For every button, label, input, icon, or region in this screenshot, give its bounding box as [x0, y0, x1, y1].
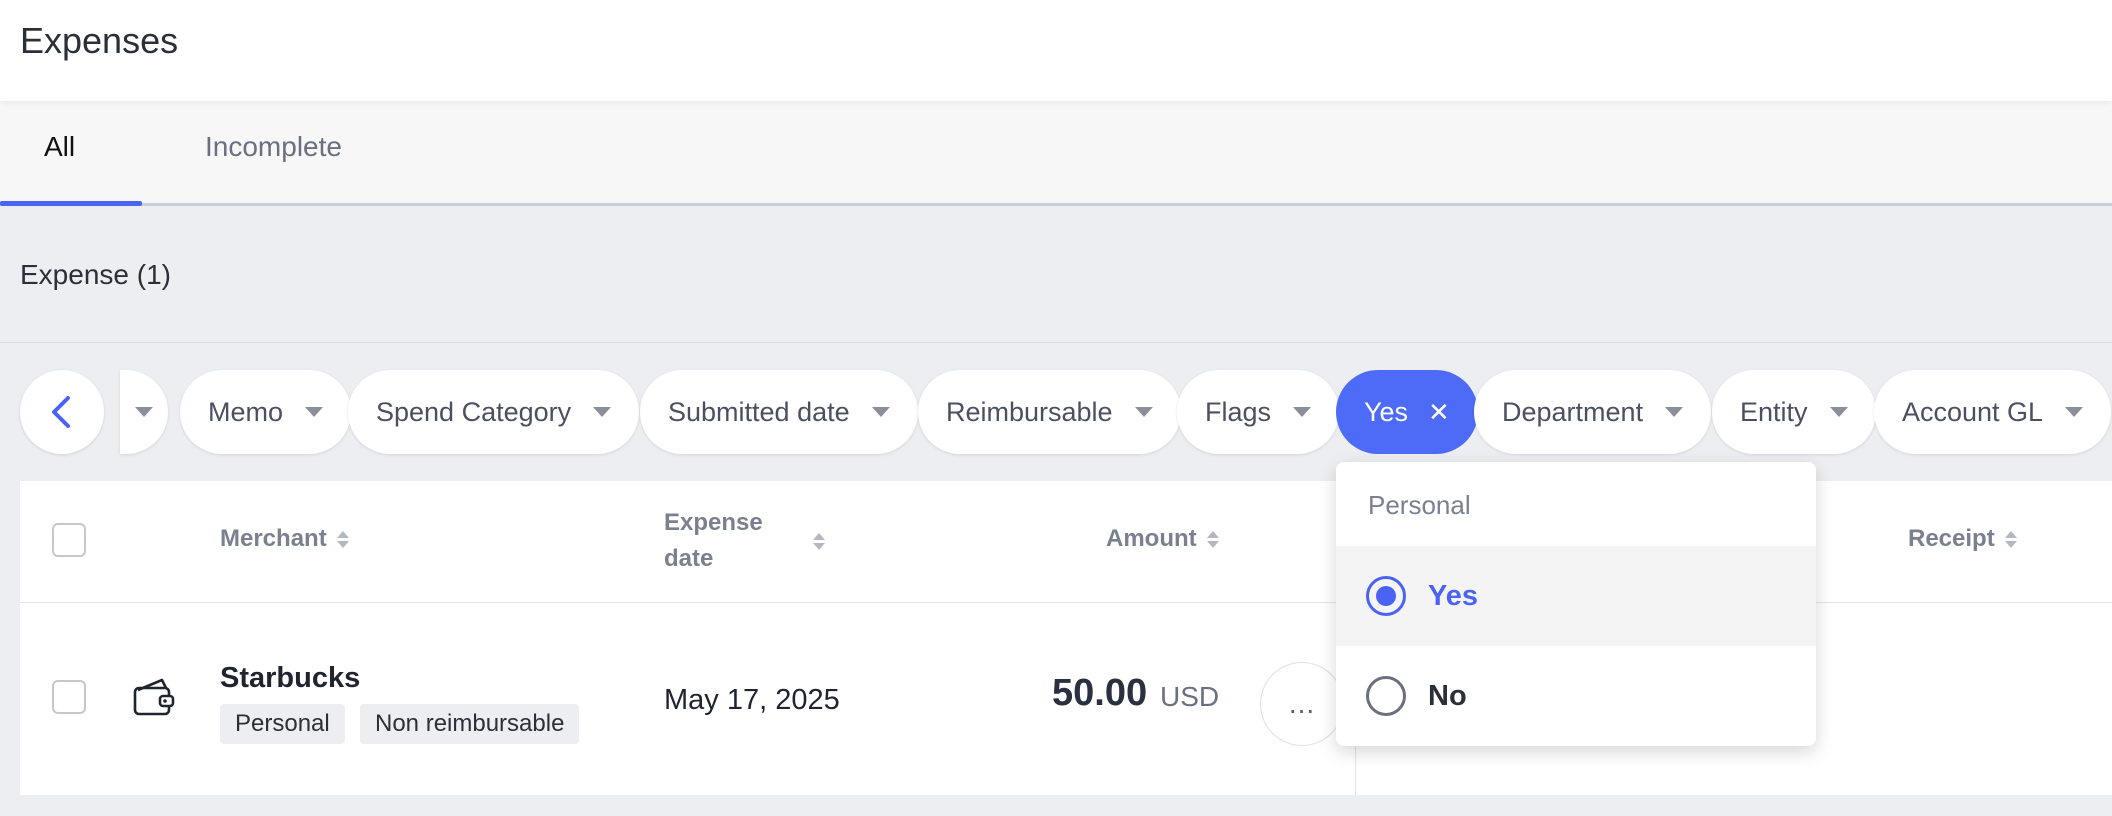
tab-bar: All Incomplete — [0, 101, 2112, 206]
sort-icon — [336, 530, 349, 548]
tab-all[interactable]: All — [44, 131, 75, 163]
app-header: Expenses — [0, 0, 2112, 101]
caret-down-icon — [1829, 407, 1848, 417]
sort-icon — [2004, 530, 2017, 548]
column-amount[interactable]: Amount — [1106, 525, 1219, 553]
filter-reimbursable[interactable]: Reimbursable — [918, 370, 1181, 454]
option-label: No — [1428, 679, 1467, 712]
filters-scroll-back-button[interactable] — [20, 370, 104, 454]
radio-selected-icon[interactable] — [1366, 576, 1406, 616]
caret-down-icon — [1134, 407, 1153, 417]
filter-label: Reimbursable — [946, 396, 1113, 427]
tag-non-reimbursable: Non reimbursable — [360, 704, 580, 744]
row-checkbox[interactable] — [52, 680, 86, 714]
filter-account-gl[interactable]: Account GL — [1874, 370, 2112, 454]
dropdown-header: Personal — [1368, 490, 1471, 520]
column-label: Receipt — [1908, 525, 1995, 552]
chevron-left-icon — [52, 396, 70, 428]
filter-department[interactable]: Department — [1474, 370, 1712, 454]
expense-currency: USD — [1160, 681, 1220, 712]
filter-label: Department — [1502, 396, 1644, 427]
more-horizontal-icon: ... — [1288, 688, 1316, 719]
tab-incomplete[interactable]: Incomplete — [205, 131, 342, 163]
filter-label: Account GL — [1902, 396, 2044, 427]
filter-spend-category[interactable]: Spend Category — [348, 370, 640, 454]
sort-icon — [1206, 530, 1219, 548]
wallet-icon — [133, 678, 175, 716]
column-label: Amount — [1106, 525, 1197, 552]
filter-submitted-date[interactable]: Submitted date — [640, 370, 918, 454]
page-background — [0, 795, 2112, 816]
column-receipt[interactable]: Receipt — [1908, 525, 2017, 553]
caret-down-icon — [871, 407, 890, 417]
filter-flags[interactable]: Flags — [1177, 370, 1340, 454]
column-label-line: Expense — [664, 509, 763, 536]
filter-label: Submitted date — [668, 396, 850, 427]
more-actions-button[interactable]: ... — [1260, 662, 1344, 746]
caret-down-icon — [305, 407, 324, 417]
option-no[interactable]: No — [1336, 646, 1816, 746]
column-label-line: date — [664, 545, 714, 572]
filter-memo[interactable]: Memo — [180, 370, 352, 454]
filter-bar: Memo Spend Category Submitted date Reimb… — [0, 370, 2112, 454]
column-label: Merchant — [220, 525, 327, 552]
option-yes[interactable]: Yes — [1336, 546, 1816, 646]
close-icon[interactable]: ✕ — [1428, 397, 1450, 428]
section-title: Expense (1) — [20, 259, 171, 290]
caret-down-icon — [1665, 407, 1684, 417]
merchant-name: Starbucks — [220, 662, 361, 694]
filter-label: Flags — [1205, 396, 1272, 427]
filter-personal-active[interactable]: Yes ✕ — [1336, 370, 1478, 454]
column-expense-date[interactable]: Expense date — [664, 505, 825, 577]
caret-down-icon — [135, 407, 153, 417]
divider — [0, 342, 2112, 343]
filter-label: Spend Category — [376, 396, 572, 427]
filter-label: Entity — [1740, 396, 1808, 427]
column-merchant[interactable]: Merchant — [220, 525, 349, 553]
tag-personal: Personal — [220, 704, 345, 744]
sort-icon — [812, 532, 825, 550]
page-title: Expenses — [20, 20, 179, 61]
personal-filter-dropdown: Personal Yes No — [1336, 462, 1816, 746]
filter-label: Yes — [1364, 396, 1409, 427]
filter-entity[interactable]: Entity — [1712, 370, 1876, 454]
option-label: Yes — [1428, 579, 1478, 612]
column-label: Expense date — [664, 505, 763, 577]
filter-label: Memo — [208, 396, 284, 427]
select-all-checkbox[interactable] — [52, 523, 86, 557]
active-tab-indicator — [0, 201, 142, 206]
caret-down-icon — [1293, 407, 1312, 417]
expense-amount: 50.00 — [1052, 672, 1148, 714]
expense-date: May 17, 2025 — [664, 684, 840, 716]
filter-pill-hidden[interactable] — [120, 370, 168, 454]
radio-unselected-icon[interactable] — [1366, 676, 1406, 716]
caret-down-icon — [593, 407, 612, 417]
caret-down-icon — [2065, 407, 2084, 417]
